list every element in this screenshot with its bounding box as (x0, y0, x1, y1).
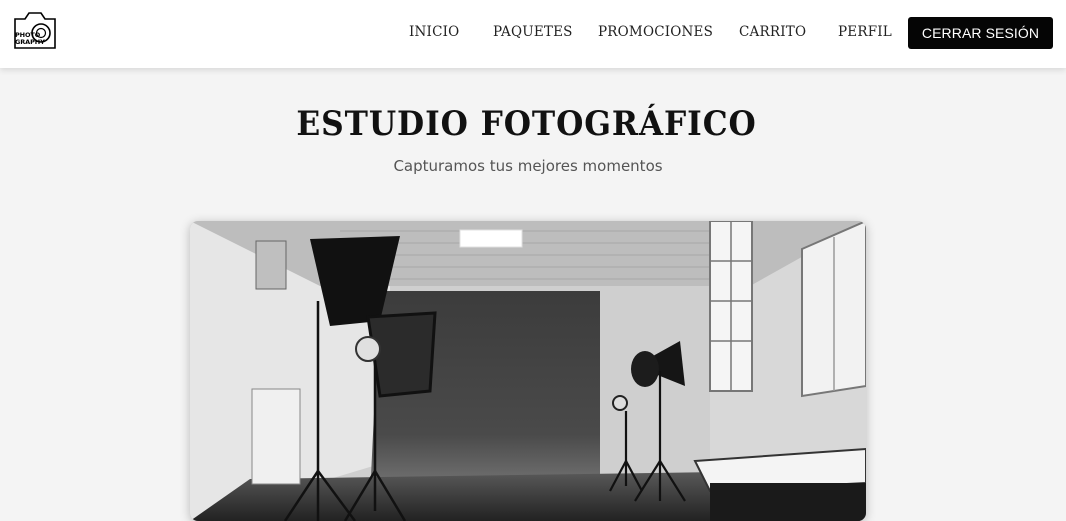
nav-paquetes[interactable]: PAQUETES (493, 24, 573, 40)
top-navbar: PHOTO GRAPHY INICIO PAQUETES PROMOCIONES… (0, 0, 1066, 68)
logout-button[interactable]: CERRAR SESIÓN (908, 17, 1053, 49)
page-subtitle: Capturamos tus mejores momentos (393, 157, 663, 175)
camera-logo-icon[interactable]: PHOTO GRAPHY (12, 9, 58, 51)
studio-hero-image (190, 221, 866, 521)
logo-line-graphy: GRAPHY (15, 38, 45, 46)
logo-text: PHOTO GRAPHY (15, 32, 45, 46)
nav-inicio[interactable]: INICIO (409, 24, 459, 40)
nav-carrito[interactable]: CARRITO (739, 24, 806, 40)
nav-promociones[interactable]: PROMOCIONES (598, 24, 713, 40)
nav-perfil[interactable]: PERFIL (838, 24, 892, 40)
page-title: ESTUDIO FOTOGRÁFICO (296, 104, 757, 144)
